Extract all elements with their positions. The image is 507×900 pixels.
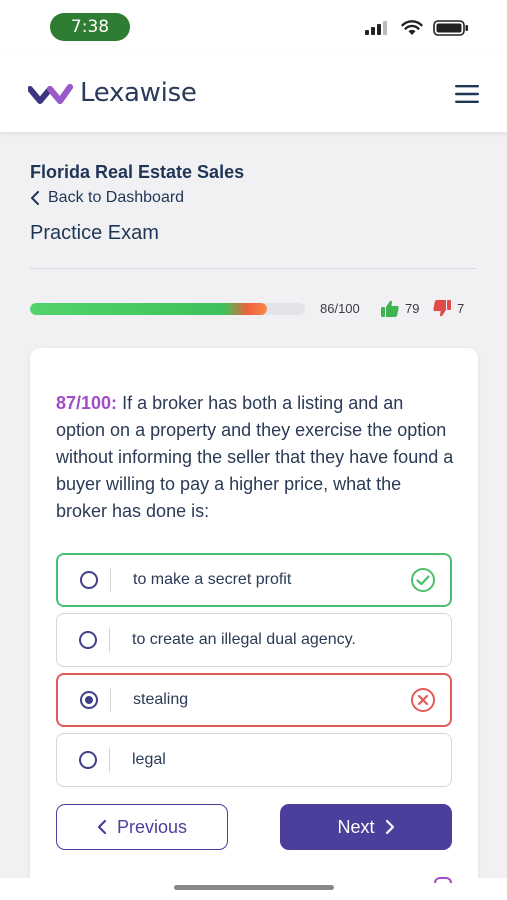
answer-option-label: to create an illegal dual agency. [132, 631, 356, 648]
check-circle-icon [411, 568, 435, 592]
header-divider [30, 268, 476, 269]
page-title: Practice Exam [30, 222, 159, 244]
option-divider [110, 568, 111, 592]
brand-logo[interactable]: Lexawise [28, 78, 197, 108]
back-link-label: Back to Dashboard [48, 189, 185, 206]
answer-option-3[interactable]: stealing [56, 673, 452, 727]
battery-icon [433, 20, 468, 36]
logo-mark-icon [28, 84, 73, 104]
question-number: 87/100: [56, 393, 118, 413]
chevron-left-icon [31, 191, 39, 205]
previous-button[interactable]: Previous [56, 804, 228, 850]
thumbs-down-count: 7 [433, 300, 464, 317]
status-time: 7:38 [50, 13, 130, 41]
partial-icon [434, 877, 452, 883]
radio-button[interactable] [79, 751, 97, 769]
brand-name: Lexawise [80, 78, 197, 108]
option-divider [109, 628, 110, 652]
home-indicator[interactable] [174, 885, 334, 890]
answer-option-label: legal [132, 751, 166, 768]
thumbs-up-icon [381, 300, 399, 317]
answer-option-2[interactable]: to create an illegal dual agency. [56, 613, 452, 667]
status-bar: 7:38 [0, 0, 507, 56]
thumbs-up-value: 79 [405, 301, 420, 316]
answer-option-label: stealing [133, 691, 189, 708]
answer-option-1[interactable]: to make a secret profit [56, 553, 452, 607]
app-header: Lexawise [0, 56, 507, 132]
thumbs-up-count: 79 [381, 300, 419, 317]
radio-button[interactable] [79, 631, 97, 649]
chevron-right-icon [385, 819, 394, 835]
option-divider [109, 748, 110, 772]
next-button-label: Next [337, 816, 375, 837]
status-icons [365, 20, 469, 36]
question-card: 87/100: If a broker has both a listing a… [30, 348, 478, 900]
option-divider [110, 688, 111, 712]
radio-button[interactable] [80, 571, 98, 589]
exam-progress-fill [30, 303, 267, 315]
answer-option-4[interactable]: legal [56, 733, 452, 787]
x-circle-icon [411, 688, 435, 712]
radio-button-selected[interactable] [80, 691, 98, 709]
wifi-icon [401, 20, 423, 35]
thumbs-down-value: 7 [457, 301, 465, 316]
thumbs-down-icon [433, 300, 451, 317]
signal-icon [365, 21, 387, 35]
menu-icon[interactable] [455, 84, 479, 104]
chevron-left-icon [97, 819, 107, 835]
question-text: 87/100: If a broker has both a listing a… [56, 390, 456, 525]
previous-button-label: Previous [116, 816, 188, 837]
next-button[interactable]: Next [280, 804, 452, 850]
course-title: Florida Real Estate Sales [30, 162, 245, 182]
back-to-dashboard-link[interactable]: Back to Dashboard [30, 189, 184, 207]
answer-option-label: to make a secret profit [133, 571, 292, 588]
progress-count: 86/100 [320, 301, 360, 316]
exam-progress-bar [30, 303, 305, 315]
